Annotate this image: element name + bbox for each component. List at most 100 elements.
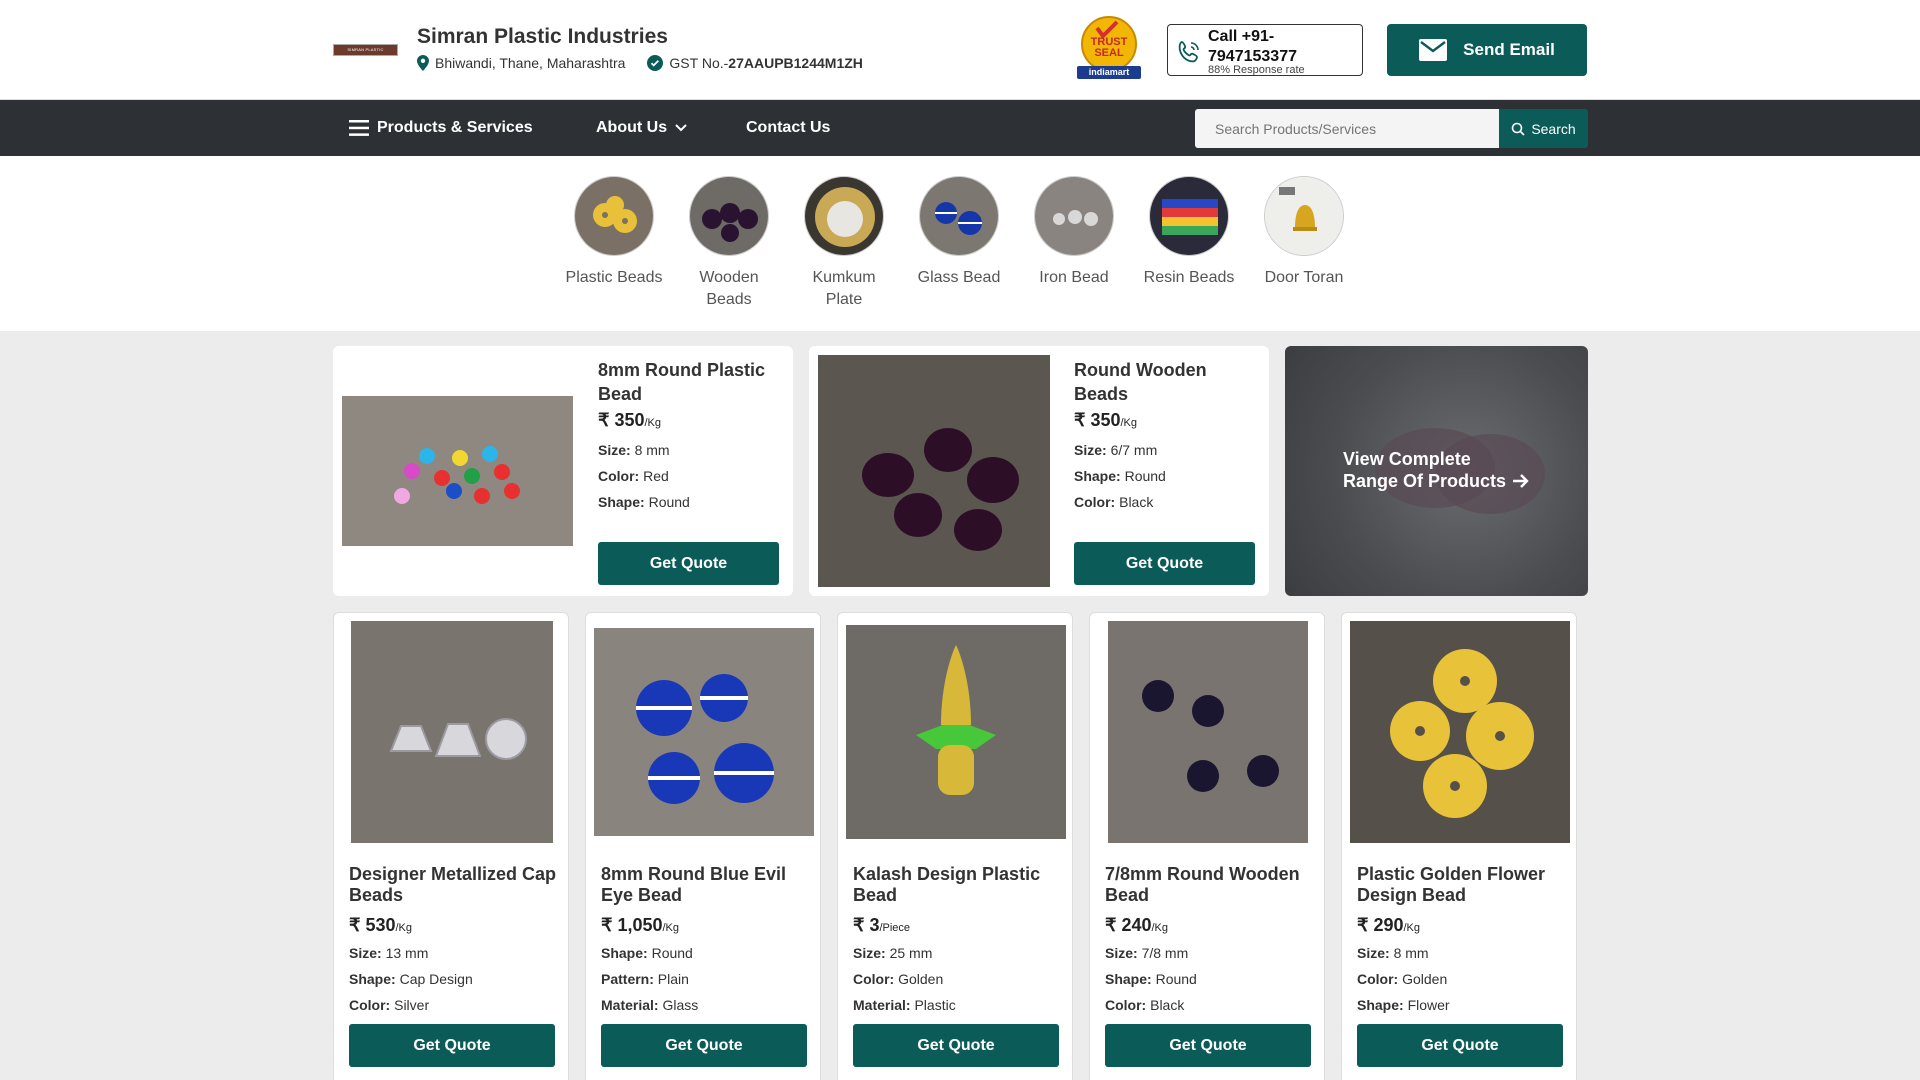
menu-icon: [349, 120, 369, 136]
product-title[interactable]: 8mm Round Plastic Bead: [598, 358, 778, 406]
category-image: [1034, 176, 1114, 256]
nav-about-us[interactable]: About Us: [596, 100, 687, 156]
featured-product-card[interactable]: Round Wooden Beads ₹ 350/Kg Size: 6/7 mm…: [809, 346, 1269, 596]
product-image[interactable]: [1098, 621, 1318, 843]
mail-icon: [1419, 39, 1448, 61]
product-image[interactable]: [594, 621, 814, 843]
send-email-label: Send Email: [1463, 40, 1555, 59]
company-meta: Bhiwandi, Thane, Maharashtra GST No.-27A…: [417, 55, 863, 71]
product-card[interactable]: 8mm Round Blue Evil Eye Bead ₹ 1,050/Kg …: [585, 612, 821, 1080]
category-kumkum-plate[interactable]: Kumkum Plate: [794, 176, 894, 311]
get-quote-button[interactable]: Get Quote: [349, 1024, 555, 1067]
category-resin-beads[interactable]: Resin Beads: [1139, 176, 1239, 289]
product-title[interactable]: Kalash Design Plastic Bead: [853, 864, 1063, 906]
product-spec: Color: Black: [1105, 997, 1185, 1013]
category-label: Resin Beads: [1143, 269, 1235, 286]
response-rate: 88% Response rate: [1208, 64, 1305, 76]
product-spec: Shape: Flower: [1357, 997, 1450, 1013]
product-image[interactable]: [1350, 621, 1570, 843]
product-image[interactable]: [818, 355, 1050, 587]
product-title[interactable]: Plastic Golden Flower Design Bead: [1357, 864, 1567, 906]
category-image: [1149, 176, 1229, 256]
product-card[interactable]: 7/8mm Round Wooden Bead ₹ 240/Kg Size: 7…: [1089, 612, 1325, 1080]
company-name[interactable]: Simran Plastic Industries: [417, 25, 668, 49]
category-door-toran[interactable]: Door Toran: [1254, 176, 1354, 289]
product-spec: Color: Golden: [853, 971, 944, 987]
product-image[interactable]: [342, 621, 562, 843]
category-glass-bead[interactable]: Glass Bead: [909, 176, 1009, 289]
nav-products-services[interactable]: Products & Services: [349, 100, 533, 156]
product-title[interactable]: Designer Metallized Cap Beads: [349, 864, 559, 906]
get-quote-button[interactable]: Get Quote: [1357, 1024, 1563, 1067]
product-spec: Size: 8 mm: [1357, 945, 1429, 961]
search-icon: [1512, 122, 1525, 136]
category-strip: Plastic Beads Wooden Beads Kumkum Plate …: [0, 156, 1920, 331]
get-quote-button[interactable]: Get Quote: [1105, 1024, 1311, 1067]
category-image: [1264, 176, 1344, 256]
product-spec: Material: Glass: [601, 997, 699, 1013]
product-price: ₹ 1,050/Kg: [601, 915, 680, 935]
location-pin-icon: [417, 55, 429, 71]
site-header: SIMRAN PLASTIC INDUSTRIES Simran Plastic…: [0, 0, 1920, 100]
product-spec: Size: 13 mm: [349, 945, 429, 961]
product-spec: Pattern: Plain: [601, 971, 689, 987]
category-image: [919, 176, 999, 256]
product-spec: Size: 25 mm: [853, 945, 933, 961]
product-spec: Size: 8 mm: [598, 442, 670, 458]
get-quote-button[interactable]: Get Quote: [601, 1024, 807, 1067]
category-label: Glass Bead: [917, 269, 1001, 286]
product-spec: Shape: Round: [598, 494, 690, 510]
call-button[interactable]: Call +91-7947153377 88% Response rate: [1167, 24, 1363, 76]
send-email-button[interactable]: Send Email: [1387, 24, 1587, 76]
product-spec: Color: Silver: [349, 997, 430, 1013]
category-image: [804, 176, 884, 256]
phone-icon: [1178, 41, 1199, 63]
category-wooden-beads[interactable]: Wooden Beads: [679, 176, 779, 311]
gst-number: 27AAUPB1244M1ZH: [728, 55, 863, 71]
category-label: Wooden Beads: [699, 269, 759, 308]
category-label: Iron Bead: [1039, 269, 1109, 286]
product-spec: Shape: Round: [601, 945, 693, 961]
view-all-label: View Complete Range Of Products: [1343, 448, 1530, 492]
category-label: Plastic Beads: [565, 269, 663, 286]
product-card[interactable]: Kalash Design Plastic Bead ₹ 3/Piece Siz…: [837, 612, 1073, 1080]
nav-contact-us[interactable]: Contact Us: [746, 100, 830, 156]
product-image[interactable]: [342, 396, 573, 546]
call-number: Call +91-7947153377: [1208, 28, 1297, 65]
company-location: Bhiwandi, Thane, Maharashtra: [435, 55, 626, 71]
product-card[interactable]: Designer Metallized Cap Beads ₹ 530/Kg S…: [333, 612, 569, 1080]
product-spec: Size: 6/7 mm: [1074, 442, 1158, 458]
gst-label: GST No.-27AAUPB1244M1ZH: [669, 55, 863, 71]
product-spec: Color: Golden: [1357, 971, 1448, 987]
product-title[interactable]: 7/8mm Round Wooden Bead: [1105, 864, 1315, 906]
category-label: Door Toran: [1264, 269, 1344, 286]
trustseal-badge[interactable]: TRUST SEAL indiamart: [1075, 16, 1143, 80]
search-button[interactable]: Search: [1499, 109, 1588, 148]
product-spec: Shape: Cap Design: [349, 971, 473, 987]
category-label: Kumkum Plate: [812, 269, 876, 308]
chevron-down-icon: [675, 124, 687, 132]
product-spec: Material: Plastic: [853, 997, 956, 1013]
product-price: ₹ 240/Kg: [1105, 915, 1169, 935]
company-logo[interactable]: SIMRAN PLASTIC INDUSTRIES: [333, 44, 398, 62]
category-image: [689, 176, 769, 256]
product-card[interactable]: Plastic Golden Flower Design Bead ₹ 290/…: [1341, 612, 1577, 1080]
product-image[interactable]: [846, 621, 1066, 843]
product-title[interactable]: 8mm Round Blue Evil Eye Bead: [601, 864, 811, 906]
product-price: ₹ 530/Kg: [349, 915, 413, 935]
category-iron-bead[interactable]: Iron Bead: [1024, 176, 1124, 289]
product-price: ₹ 350/Kg: [1074, 410, 1138, 430]
product-spec: Size: 7/8 mm: [1105, 945, 1189, 961]
search-input[interactable]: [1195, 109, 1499, 148]
product-spec: Color: Red: [598, 468, 669, 484]
product-title[interactable]: Round Wooden Beads: [1074, 358, 1254, 406]
get-quote-button[interactable]: Get Quote: [598, 542, 779, 585]
featured-product-card[interactable]: 8mm Round Plastic Bead ₹ 350/Kg Size: 8 …: [333, 346, 793, 596]
product-price: ₹ 290/Kg: [1357, 915, 1421, 935]
get-quote-button[interactable]: Get Quote: [1074, 542, 1255, 585]
verified-check-icon: [647, 55, 664, 71]
get-quote-button[interactable]: Get Quote: [853, 1024, 1059, 1067]
product-spec: Shape: Round: [1105, 971, 1197, 987]
category-plastic-beads[interactable]: Plastic Beads: [564, 176, 664, 289]
view-all-products-card[interactable]: View Complete Range Of Products: [1285, 346, 1588, 596]
